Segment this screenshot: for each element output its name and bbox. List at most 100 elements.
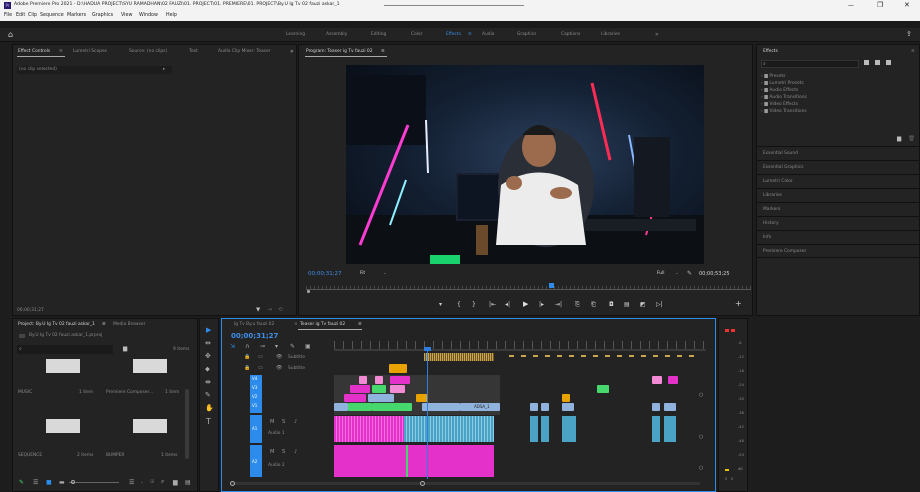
menu-sequence[interactable]: Sequence: [40, 13, 64, 18]
track-header-a1[interactable]: A1 Audio 1 M S ♪: [238, 415, 332, 443]
snap-icon[interactable]: ∩: [245, 343, 249, 350]
timeline-horizontal-scrollbar[interactable]: [230, 481, 700, 486]
video-clip[interactable]: [597, 385, 609, 393]
zoom-slider-handle[interactable]: [71, 480, 75, 484]
hand-tool-icon[interactable]: ✋: [205, 404, 214, 412]
sync-lock-icon[interactable]: ▭: [258, 354, 263, 360]
filter-icon[interactable]: ▼: [256, 307, 260, 313]
play-button[interactable]: ▶: [523, 300, 528, 308]
linked-selection-icon[interactable]: ⊸: [260, 343, 265, 350]
tab-effect-controls[interactable]: Effect Controls: [18, 49, 50, 54]
zoom-fit-dropdown[interactable]: Fit: [360, 271, 365, 276]
tab-media-browser[interactable]: Media Browser: [113, 322, 145, 327]
workspace-tab-effects[interactable]: Effects: [446, 32, 461, 37]
section-info[interactable]: Info: [757, 230, 919, 244]
bin-name-bumper[interactable]: BUMPER: [106, 453, 125, 458]
solo-icon[interactable]: S: [282, 449, 285, 455]
program-timecode-in[interactable]: 00;00;31;27: [308, 271, 342, 277]
tree-item-presets[interactable]: › ▆ Presets: [761, 73, 911, 80]
keyframe-icon[interactable]: ○: [699, 434, 703, 440]
new-bin-bottom-icon[interactable]: ▆: [173, 479, 178, 486]
audio-clip[interactable]: [530, 416, 538, 442]
bin-thumbnail[interactable]: [133, 419, 167, 433]
tab-audio-clip-mixer[interactable]: Audio Clip Mixer: Teaser: [218, 49, 270, 54]
lock-icon[interactable]: 🔒: [244, 354, 250, 360]
workspace-tab-editing[interactable]: Editing: [371, 32, 386, 37]
project-menu-icon[interactable]: ≡: [102, 322, 106, 327]
minimize-button[interactable]: —: [848, 2, 854, 9]
32bit-effects-icon[interactable]: [875, 60, 880, 65]
bin-thumbnail[interactable]: [46, 419, 80, 433]
freeform-view-icon[interactable]: ▬: [59, 479, 65, 486]
new-bin-icon[interactable]: ▆: [897, 136, 901, 142]
loop-icon[interactable]: ⟲: [278, 307, 283, 313]
tab-text[interactable]: Text: [189, 49, 198, 54]
subtitle-caption-strip[interactable]: [424, 353, 494, 361]
comparison-view-button[interactable]: ▤: [624, 301, 630, 308]
keyframe-icon[interactable]: ○: [699, 392, 703, 398]
go-to-out-button[interactable]: ⇥|: [555, 301, 562, 308]
ripple-edit-tool-icon[interactable]: ✥: [205, 352, 211, 360]
bin-thumbnail[interactable]: [133, 359, 167, 373]
slip-tool-icon[interactable]: ⇼: [205, 378, 211, 386]
menu-file[interactable]: File: [4, 13, 12, 18]
close-icon[interactable]: ×: [294, 322, 298, 327]
video-clip[interactable]: [652, 376, 662, 384]
video-clip[interactable]: [530, 403, 538, 411]
new-bin-icon[interactable]: ▆: [123, 346, 127, 352]
section-lumetri-color[interactable]: Lumetri Color: [757, 174, 919, 188]
video-clip[interactable]: [348, 403, 372, 411]
audio-clip-a2[interactable]: [334, 445, 494, 477]
type-tool-icon[interactable]: T: [206, 417, 211, 426]
timeline-playhead-handle[interactable]: [424, 347, 431, 351]
video-clip[interactable]: [390, 376, 410, 384]
video-clip[interactable]: [344, 394, 366, 402]
menu-help[interactable]: Help: [166, 13, 177, 18]
vr-video-button[interactable]: ◩: [640, 301, 646, 308]
workspace-tab-assembly[interactable]: Assembly: [326, 32, 347, 37]
settings-wrench-icon[interactable]: ✎: [687, 270, 692, 277]
zoom-chevron-icon[interactable]: ⌄: [383, 271, 387, 276]
safe-margins-button[interactable]: ▷|: [656, 301, 663, 308]
bin-name-sequence[interactable]: SEQUENCE: [18, 453, 42, 458]
tab-sequence-2[interactable]: Teaser ig Tv fauzi 02: [300, 322, 345, 327]
bin-icon[interactable]: ⊞: [150, 479, 154, 485]
mute-icon[interactable]: M: [270, 419, 274, 425]
microphone-icon[interactable]: ♪: [294, 449, 297, 455]
project-search-input[interactable]: ⌕: [17, 345, 113, 354]
sort-icon[interactable]: ☰: [129, 479, 134, 486]
tab-menu-icon[interactable]: ≡: [59, 49, 63, 54]
video-clip[interactable]: [562, 394, 570, 402]
selection-tool-icon[interactable]: ▶: [206, 326, 211, 334]
icon-view-icon[interactable]: ■: [46, 479, 52, 486]
settings-icon[interactable]: ✎: [290, 343, 295, 350]
track-header-v6[interactable]: 🔒 ▭ 👁 Subtitle: [238, 353, 332, 362]
tab-program[interactable]: Program: Teaser ig Tv fauzi 02: [306, 49, 373, 54]
solo-right-button[interactable]: S: [731, 477, 733, 481]
section-essential-graphics[interactable]: Essential Graphics: [757, 160, 919, 174]
bin-name-music[interactable]: MUSIC: [18, 390, 32, 395]
menu-edit[interactable]: Edit: [16, 13, 25, 18]
menu-clip[interactable]: Clip: [28, 13, 37, 18]
tree-item-audio-effects[interactable]: › ▆ Audio Effects: [761, 87, 911, 94]
track-header-v5[interactable]: 🔒 ▭ 👁 Subtitle: [238, 364, 332, 373]
audio-waveform-a1-right[interactable]: [404, 416, 494, 442]
audio-clip[interactable]: [652, 416, 660, 442]
delete-icon[interactable]: 🗑: [908, 136, 915, 142]
bin-name-premiere-composer[interactable]: Premiere Composer...: [106, 390, 153, 395]
menu-graphics[interactable]: Graphics: [92, 13, 113, 18]
timeline-clip-area[interactable]: ADSA_1 ○ ○ ○: [334, 347, 706, 479]
eye-icon[interactable]: 👁: [276, 354, 282, 360]
zoom-slider[interactable]: [69, 480, 119, 484]
go-to-in-button[interactable]: |⇤: [489, 301, 496, 308]
close-button[interactable]: ✕: [904, 1, 910, 9]
automate-icon[interactable]: ⌄: [140, 479, 144, 485]
section-libraries[interactable]: Libraries: [757, 188, 919, 202]
effects-panel-menu-icon[interactable]: ≡: [911, 49, 915, 54]
section-markers[interactable]: Markers: [757, 202, 919, 216]
program-playhead-icon[interactable]: [549, 283, 554, 288]
menu-window[interactable]: Window: [139, 13, 158, 18]
pen-tool-icon[interactable]: ✎: [205, 391, 211, 399]
video-clip[interactable]: [372, 385, 386, 393]
home-icon[interactable]: ⌂: [8, 30, 13, 39]
